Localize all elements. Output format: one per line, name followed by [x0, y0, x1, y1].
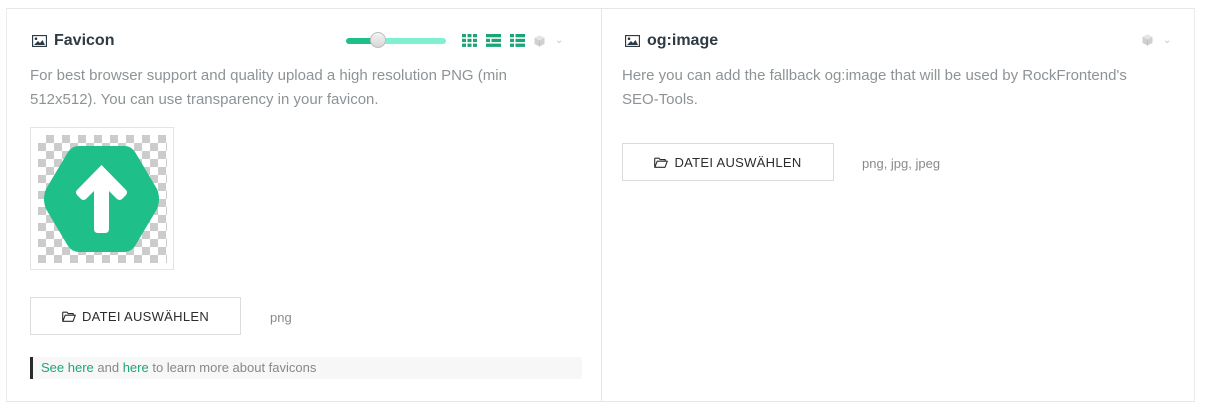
column-divider	[601, 9, 602, 401]
thumbnail-size-slider[interactable]	[346, 31, 446, 48]
ogimage-upload-button[interactable]: DATEI AUSWÄHLEN	[622, 143, 834, 181]
detail-view-icon[interactable]	[510, 34, 525, 47]
notes-rest-text: to learn more about favicons	[148, 360, 317, 375]
ogimage-title: og:image	[647, 32, 719, 49]
chevron-down-icon[interactable]: ⌄	[555, 35, 563, 46]
ogimage-allowed-extensions: png, jpg, jpeg	[862, 156, 941, 171]
grid-view-icon[interactable]	[462, 34, 477, 47]
favicon-title: Favicon	[54, 32, 115, 49]
list-view-icon[interactable]	[486, 34, 501, 47]
ogimage-description-line-2: SEO-Tools.	[622, 91, 698, 108]
cube-icon[interactable]	[1142, 34, 1153, 46]
favicon-upload-button[interactable]: DATEI AUSWÄHLEN	[30, 297, 241, 335]
image-icon	[32, 35, 47, 47]
favicon-description-line-2: 512x512). You can use transparency in yo…	[30, 91, 379, 108]
ogimage-field-header[interactable]: og:image	[625, 32, 718, 50]
image-icon	[625, 35, 640, 47]
ogimage-toolbar: ⌄	[1142, 34, 1171, 46]
favicon-thumbnail[interactable]	[30, 127, 174, 270]
here-link[interactable]: here	[123, 360, 149, 375]
favicon-notes: See here and here to learn more about fa…	[30, 357, 582, 379]
ogimage-description-line-1: Here you can add the fallback og:image t…	[622, 67, 1127, 84]
ogimage-description: Here you can add the fallback og:image t…	[622, 64, 1187, 112]
folder-icon	[654, 157, 669, 168]
favicon-allowed-extensions: png	[270, 310, 292, 325]
favicon-description: For best browser support and quality upl…	[30, 64, 590, 112]
slider-knob[interactable]	[370, 31, 386, 48]
notes-and-text: and	[93, 360, 123, 375]
favicon-description-line-1: For best browser support and quality upl…	[30, 67, 507, 84]
cube-icon[interactable]	[534, 35, 545, 47]
favicon-upload-label: DATEI AUSWÄHLEN	[81, 308, 210, 324]
ogimage-upload-label: DATEI AUSWÄHLEN	[674, 154, 802, 170]
arrow-up-icon	[44, 146, 159, 252]
favicon-toolbar: ⌄	[346, 31, 563, 48]
folder-icon	[62, 311, 76, 322]
slider-track-empty	[380, 37, 446, 44]
see-here-link[interactable]: See here	[41, 360, 94, 375]
chevron-down-icon[interactable]: ⌄	[1163, 35, 1171, 46]
favicon-field-header[interactable]: Favicon	[32, 32, 114, 50]
